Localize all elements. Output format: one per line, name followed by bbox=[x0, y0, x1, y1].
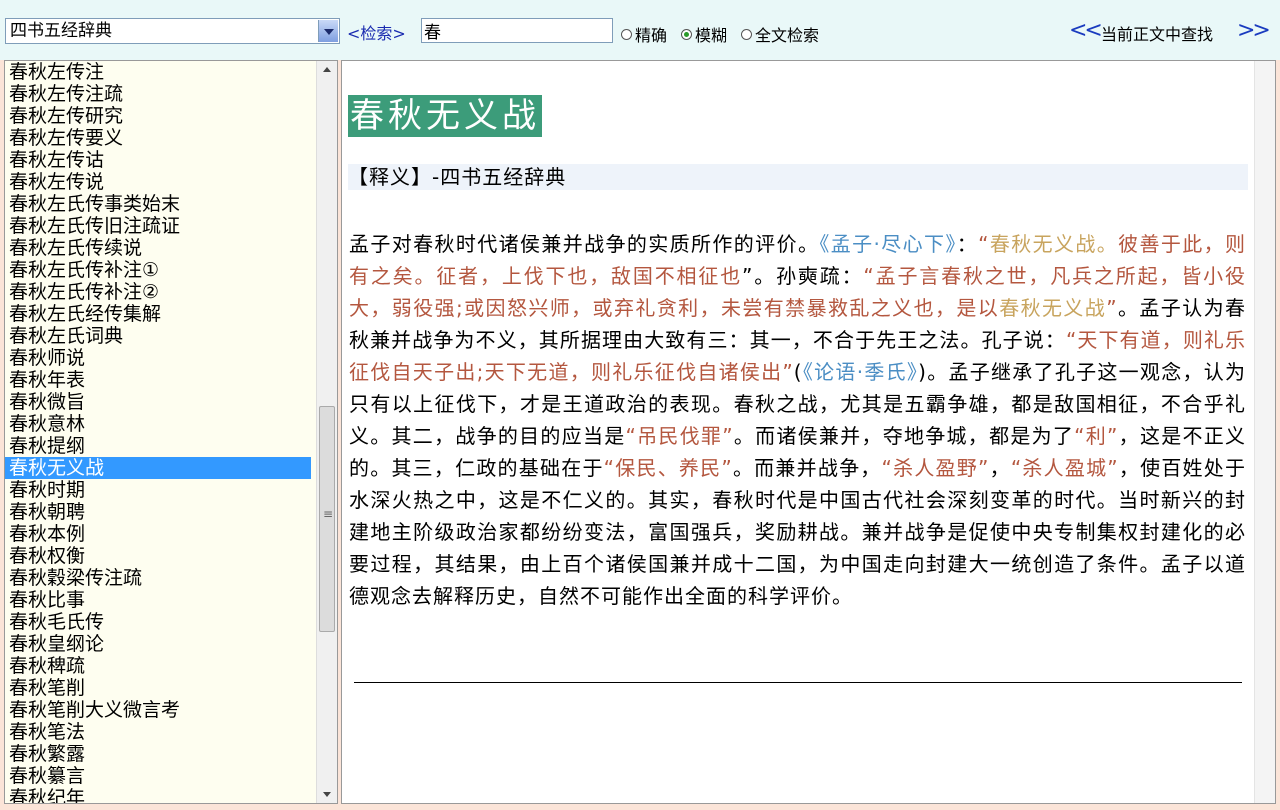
text-segment: ( bbox=[793, 360, 803, 384]
list-item[interactable]: 春秋左传注疏 bbox=[5, 83, 311, 105]
text-segment: “杀人盈城” bbox=[1010, 456, 1119, 480]
definition-header: 【释义】-四书五经辞典 bbox=[348, 164, 1248, 190]
list-item[interactable]: 春秋本例 bbox=[5, 523, 311, 545]
list-item[interactable]: 春秋左传说 bbox=[5, 171, 311, 193]
text-segment: 。而兼并战争， bbox=[732, 456, 882, 480]
list-item[interactable]: 春秋左氏传事类始末 bbox=[5, 193, 311, 215]
text-segment: ” bbox=[1106, 296, 1118, 320]
list-item[interactable]: 春秋无义战 bbox=[5, 457, 311, 479]
list-item[interactable]: 春秋皇纲论 bbox=[5, 633, 311, 655]
text-segment: “杀人盈野” bbox=[881, 456, 990, 480]
list-item[interactable]: 春秋左氏传补注② bbox=[5, 281, 311, 303]
text-segment: “吊民伐罪” bbox=[625, 424, 734, 448]
text-segment: “保民、养民” bbox=[603, 456, 733, 480]
list-item[interactable]: 春秋左氏传旧注疏证 bbox=[5, 215, 311, 237]
list-item[interactable]: 春秋左氏经传集解 bbox=[5, 303, 311, 325]
text-segment: 孟子对春秋时代诸侯兼并战争的实质所作的评价。 bbox=[349, 232, 820, 256]
radio-fuzzy-label: 模糊 bbox=[695, 26, 728, 45]
find-prev-button[interactable]: << bbox=[1069, 18, 1103, 43]
list-item[interactable]: 春秋意林 bbox=[5, 413, 311, 435]
reference-link[interactable]: 《论语·季氏》 bbox=[803, 360, 919, 384]
list-item[interactable]: 春秋穀梁传注疏 bbox=[5, 567, 311, 589]
list-item[interactable]: 春秋时期 bbox=[5, 479, 311, 501]
divider bbox=[354, 682, 1242, 683]
list-item[interactable]: 春秋左氏传补注① bbox=[5, 259, 311, 281]
text-segment: ， bbox=[989, 456, 1011, 480]
text-segment: ”。孙奭疏： bbox=[742, 264, 864, 288]
text-segment: 春秋无义战。 bbox=[989, 232, 1119, 256]
list-item[interactable]: 春秋左传注 bbox=[5, 61, 311, 83]
list-item[interactable]: 春秋朝聘 bbox=[5, 501, 311, 523]
list-item[interactable]: 春秋师说 bbox=[5, 347, 311, 369]
list-item[interactable]: 春秋左传要义 bbox=[5, 127, 311, 149]
reference-link[interactable]: 《孟子·尽心下》 bbox=[819, 232, 956, 256]
entry-list: 春秋左传注 春秋左传注疏 春秋左传研究 春秋左传要义 春秋左传诂 春秋左传说 春秋左氏传事类… bbox=[5, 61, 337, 803]
list-item[interactable]: 春秋纂言 bbox=[5, 765, 311, 787]
list-item[interactable]: 春秋笔削 bbox=[5, 677, 311, 699]
list-item[interactable]: 春秋左传诂 bbox=[5, 149, 311, 171]
list-item[interactable]: 春秋比事 bbox=[5, 589, 311, 611]
radio-exact[interactable]: 精确 bbox=[621, 22, 667, 46]
search-input[interactable] bbox=[421, 18, 613, 43]
text-segment: “ bbox=[978, 232, 990, 256]
list-item[interactable]: 春秋权衡 bbox=[5, 545, 311, 567]
list-item[interactable]: 春秋左传研究 bbox=[5, 105, 311, 127]
search-label: <检索> bbox=[347, 24, 406, 43]
list-item[interactable]: 春秋纪年 bbox=[5, 787, 311, 803]
list-item[interactable]: 春秋繁露 bbox=[5, 743, 311, 765]
content-scrollbar[interactable] bbox=[1254, 61, 1275, 803]
definition-body: 孟子对春秋时代诸侯兼并战争的实质所作的评价。《孟子·尽心下》：“春秋无义战。彼善… bbox=[349, 228, 1246, 612]
find-in-text-label: 当前正文中查找 bbox=[1101, 25, 1214, 44]
dictionary-select-value: 四书五经辞典 bbox=[10, 21, 112, 41]
radio-fulltext[interactable]: 全文检索 bbox=[741, 22, 819, 46]
radio-button-icon[interactable] bbox=[741, 28, 752, 40]
toolbar: 四书五经辞典 <检索> 精确 模糊 全文检索 << 当前正文中查找 >> bbox=[0, 0, 1280, 60]
text-segment: 。而诸侯兼并，夺地争城，都是为了 bbox=[733, 424, 1075, 448]
list-item[interactable]: 春秋笔法 bbox=[5, 721, 311, 743]
radio-exact-label: 精确 bbox=[635, 26, 668, 45]
scroll-down-icon[interactable] bbox=[323, 792, 331, 797]
text-segment: ： bbox=[956, 232, 979, 256]
text-segment: 春秋无义战 bbox=[999, 296, 1107, 320]
list-item[interactable]: 春秋左氏传续说 bbox=[5, 237, 311, 259]
radio-button-selected-icon[interactable] bbox=[681, 28, 692, 40]
entry-title: 春秋无义战 bbox=[348, 95, 542, 137]
list-item[interactable]: 春秋笔削大义微言考 bbox=[5, 699, 311, 721]
list-item[interactable]: 春秋年表 bbox=[5, 369, 311, 391]
list-item[interactable]: 春秋稗疏 bbox=[5, 655, 311, 677]
chevron-down-icon[interactable] bbox=[318, 20, 338, 42]
radio-button-icon[interactable] bbox=[621, 28, 632, 40]
list-item[interactable]: 春秋微旨 bbox=[5, 391, 311, 413]
radio-fulltext-label: 全文检索 bbox=[755, 26, 820, 45]
radio-fuzzy[interactable]: 模糊 bbox=[681, 22, 727, 46]
list-item[interactable]: 春秋提纲 bbox=[5, 435, 311, 457]
text-segment: “利” bbox=[1074, 424, 1119, 448]
dictionary-select[interactable]: 四书五经辞典 bbox=[5, 18, 340, 44]
scrollbar-thumb[interactable] bbox=[319, 406, 335, 632]
list-item[interactable]: 春秋左氏词典 bbox=[5, 325, 311, 347]
entry-list-panel: 春秋左传注 春秋左传注疏 春秋左传研究 春秋左传要义 春秋左传诂 春秋左传说 春秋左氏传事类… bbox=[4, 60, 338, 804]
list-item[interactable]: 春秋毛氏传 bbox=[5, 611, 311, 633]
entry-list-scrollbar[interactable] bbox=[316, 61, 337, 803]
scroll-up-icon[interactable] bbox=[323, 67, 331, 72]
find-next-button[interactable]: >> bbox=[1237, 18, 1271, 43]
content-panel: 春秋无义战 【释义】-四书五经辞典 孟子对春秋时代诸侯兼并战争的实质所作的评价。… bbox=[341, 60, 1276, 804]
